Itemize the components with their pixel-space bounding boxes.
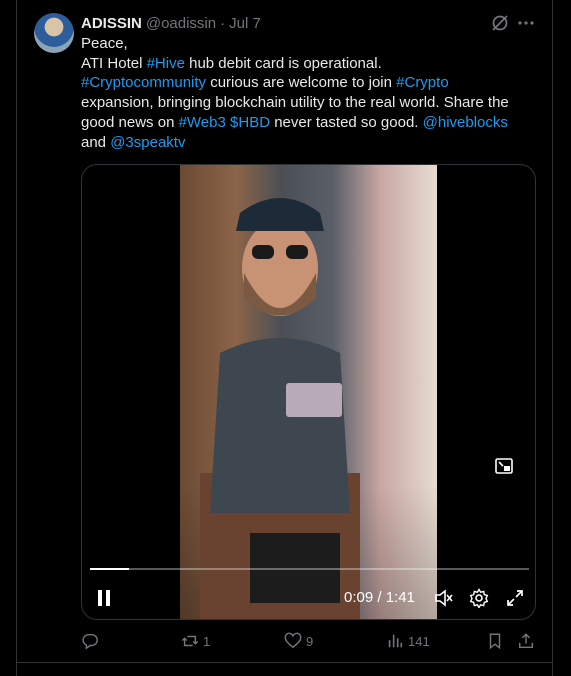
tweet-text-segment: expansion, bringing blockchain utility t… bbox=[81, 94, 509, 112]
video-frame[interactable] bbox=[180, 165, 437, 619]
mute-icon[interactable] bbox=[434, 588, 454, 608]
retweet-button[interactable]: 1 bbox=[181, 631, 210, 651]
views-count: 141 bbox=[408, 633, 430, 649]
tweet-header: ADISSIN @oadissin · Jul 7 bbox=[81, 13, 261, 33]
pause-icon[interactable] bbox=[96, 589, 112, 607]
tweet-text-line: Peace, bbox=[81, 34, 536, 54]
tweet-text-segment: Peace, bbox=[81, 35, 128, 52]
tweet-text-segment: and bbox=[81, 133, 111, 151]
tweet-text-segment: ATI Hotel bbox=[81, 54, 147, 72]
tweet-text-line: good news on #Web3 $HBD never tasted so … bbox=[81, 113, 536, 133]
tweet-date[interactable]: Jul 7 bbox=[229, 15, 261, 32]
share-icon bbox=[518, 633, 534, 649]
tweet-actions: 1 9 141 bbox=[81, 631, 536, 651]
hashtag-link[interactable]: #Cryptocommunity bbox=[81, 74, 206, 91]
picture-in-picture-icon[interactable] bbox=[486, 448, 522, 484]
tweet-text-segment: curious are welcome to join bbox=[206, 74, 397, 92]
like-count: 9 bbox=[306, 633, 314, 649]
tweet-text-segment: hub debit card is operational. bbox=[184, 54, 382, 72]
tweet-text-segment: never tasted so good. bbox=[270, 113, 423, 131]
tweet-text: Peace, ATI Hotel #Hive hub debit card is … bbox=[81, 34, 536, 152]
bookmark-button[interactable] bbox=[486, 631, 504, 651]
tweet-text-line: expansion, bringing blockchain utility t… bbox=[81, 93, 536, 113]
more-icon[interactable] bbox=[516, 13, 536, 33]
avatar[interactable] bbox=[34, 13, 74, 53]
bookmark-icon bbox=[489, 633, 501, 650]
cashtag-link[interactable]: $HBD bbox=[230, 114, 270, 131]
video-player[interactable]: 0:09 / 1:41 bbox=[81, 164, 536, 620]
video-controls: 0:09 / 1:41 bbox=[82, 583, 535, 613]
tweet-text-segment: good news on bbox=[81, 113, 179, 131]
tweet-text-line: ATI Hotel #Hive hub debit card is operat… bbox=[81, 54, 536, 74]
views-icon bbox=[388, 634, 403, 648]
mention-link[interactable]: @hiveblocks bbox=[423, 114, 508, 131]
grok-icon[interactable] bbox=[490, 13, 510, 33]
hashtag-link[interactable]: #Crypto bbox=[396, 74, 449, 91]
reply-button[interactable] bbox=[81, 631, 103, 651]
video-progress-bar[interactable] bbox=[90, 568, 529, 570]
video-subject-image bbox=[200, 198, 360, 619]
views-button[interactable]: 141 bbox=[386, 631, 430, 651]
mention-link[interactable]: @3speaktv bbox=[110, 134, 185, 151]
share-button[interactable] bbox=[517, 631, 535, 651]
fullscreen-icon[interactable] bbox=[505, 588, 525, 608]
retweet-icon bbox=[181, 635, 199, 647]
display-name[interactable]: ADISSIN bbox=[81, 15, 142, 32]
reply-icon bbox=[82, 633, 98, 650]
divider bbox=[16, 662, 553, 663]
header-separator: · bbox=[220, 14, 226, 32]
user-handle[interactable]: @oadissin bbox=[146, 15, 216, 32]
like-button[interactable]: 9 bbox=[284, 631, 313, 651]
hashtag-link[interactable]: #Hive bbox=[147, 55, 185, 72]
video-time: 0:09 / 1:41 bbox=[344, 589, 415, 606]
tweet-text-line: #Cryptocommunity curious are welcome to … bbox=[81, 73, 536, 93]
tweet-text-line: and @3speaktv bbox=[81, 133, 536, 153]
like-icon bbox=[284, 632, 302, 649]
video-progress-fill bbox=[90, 568, 130, 570]
hashtag-link[interactable]: #Web3 bbox=[179, 114, 226, 131]
settings-icon[interactable] bbox=[469, 588, 489, 609]
retweet-count: 1 bbox=[203, 633, 211, 649]
